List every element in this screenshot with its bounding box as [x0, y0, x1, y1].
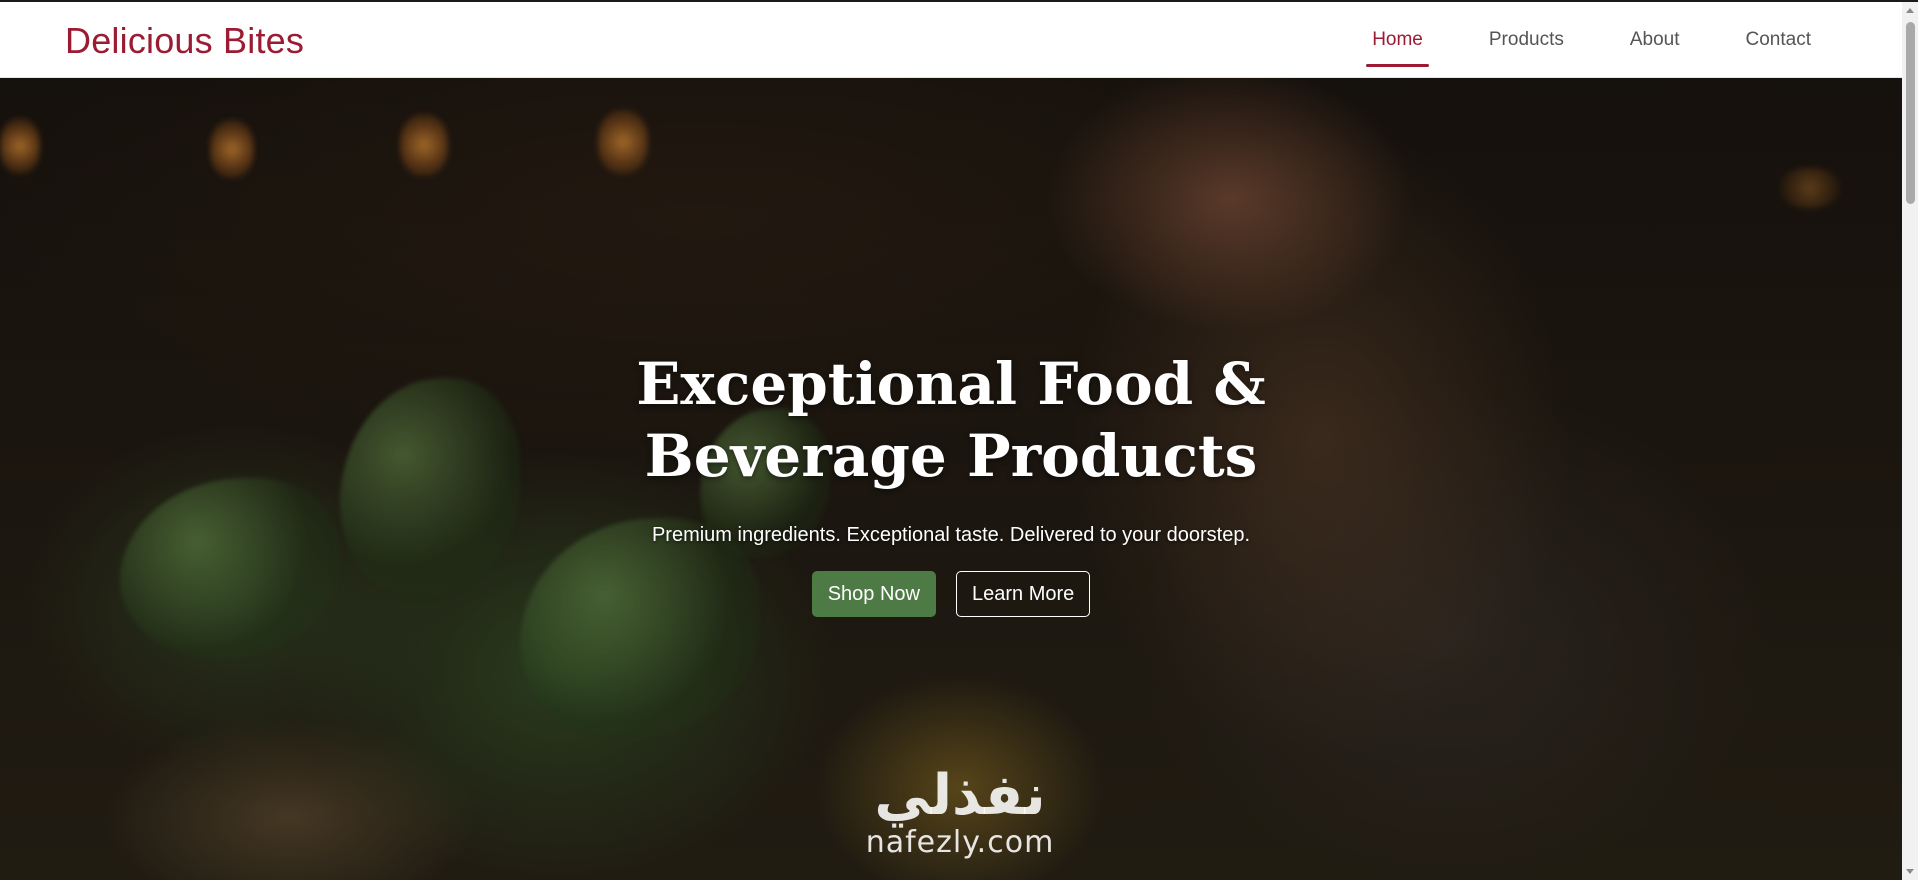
window-top-edge: [0, 0, 1918, 2]
hero-title-line: Exceptional Food &: [636, 350, 1266, 418]
brand-logo[interactable]: Delicious Bites: [65, 20, 304, 62]
hero-title: Exceptional Food & Beverage Products: [0, 348, 1902, 492]
watermark: نفذلي nafezly.com: [852, 766, 1068, 860]
watermark-arabic: نفذلي: [874, 763, 1046, 828]
hero-content: Exceptional Food & Beverage Products Pre…: [0, 348, 1902, 617]
navbar: Delicious Bites Home Products About Cont…: [0, 2, 1902, 78]
nav-link-home[interactable]: Home: [1366, 25, 1429, 67]
nav-link-about[interactable]: About: [1626, 25, 1684, 55]
shop-now-button[interactable]: Shop Now: [811, 571, 936, 617]
scroll-down-arrow-icon[interactable]: [1906, 869, 1914, 874]
scrollbar-thumb[interactable]: [1906, 22, 1915, 204]
learn-more-button[interactable]: Learn More: [956, 571, 1091, 617]
hero-title-line: Beverage Products: [644, 422, 1258, 490]
hero-subtitle: Premium ingredients. Exceptional taste. …: [651, 524, 1251, 546]
scroll-up-arrow-icon[interactable]: [1906, 8, 1914, 13]
vertical-scrollbar[interactable]: [1902, 2, 1918, 880]
nav-link-products[interactable]: Products: [1485, 25, 1568, 55]
hero-section: Exceptional Food & Beverage Products Pre…: [0, 78, 1902, 880]
hero-buttons: Shop Now Learn More: [0, 571, 1902, 617]
watermark-latin: nafezly.com: [865, 825, 1055, 860]
nav-menu: Home Products About Contact: [1366, 2, 1815, 78]
nav-link-contact[interactable]: Contact: [1742, 25, 1815, 55]
